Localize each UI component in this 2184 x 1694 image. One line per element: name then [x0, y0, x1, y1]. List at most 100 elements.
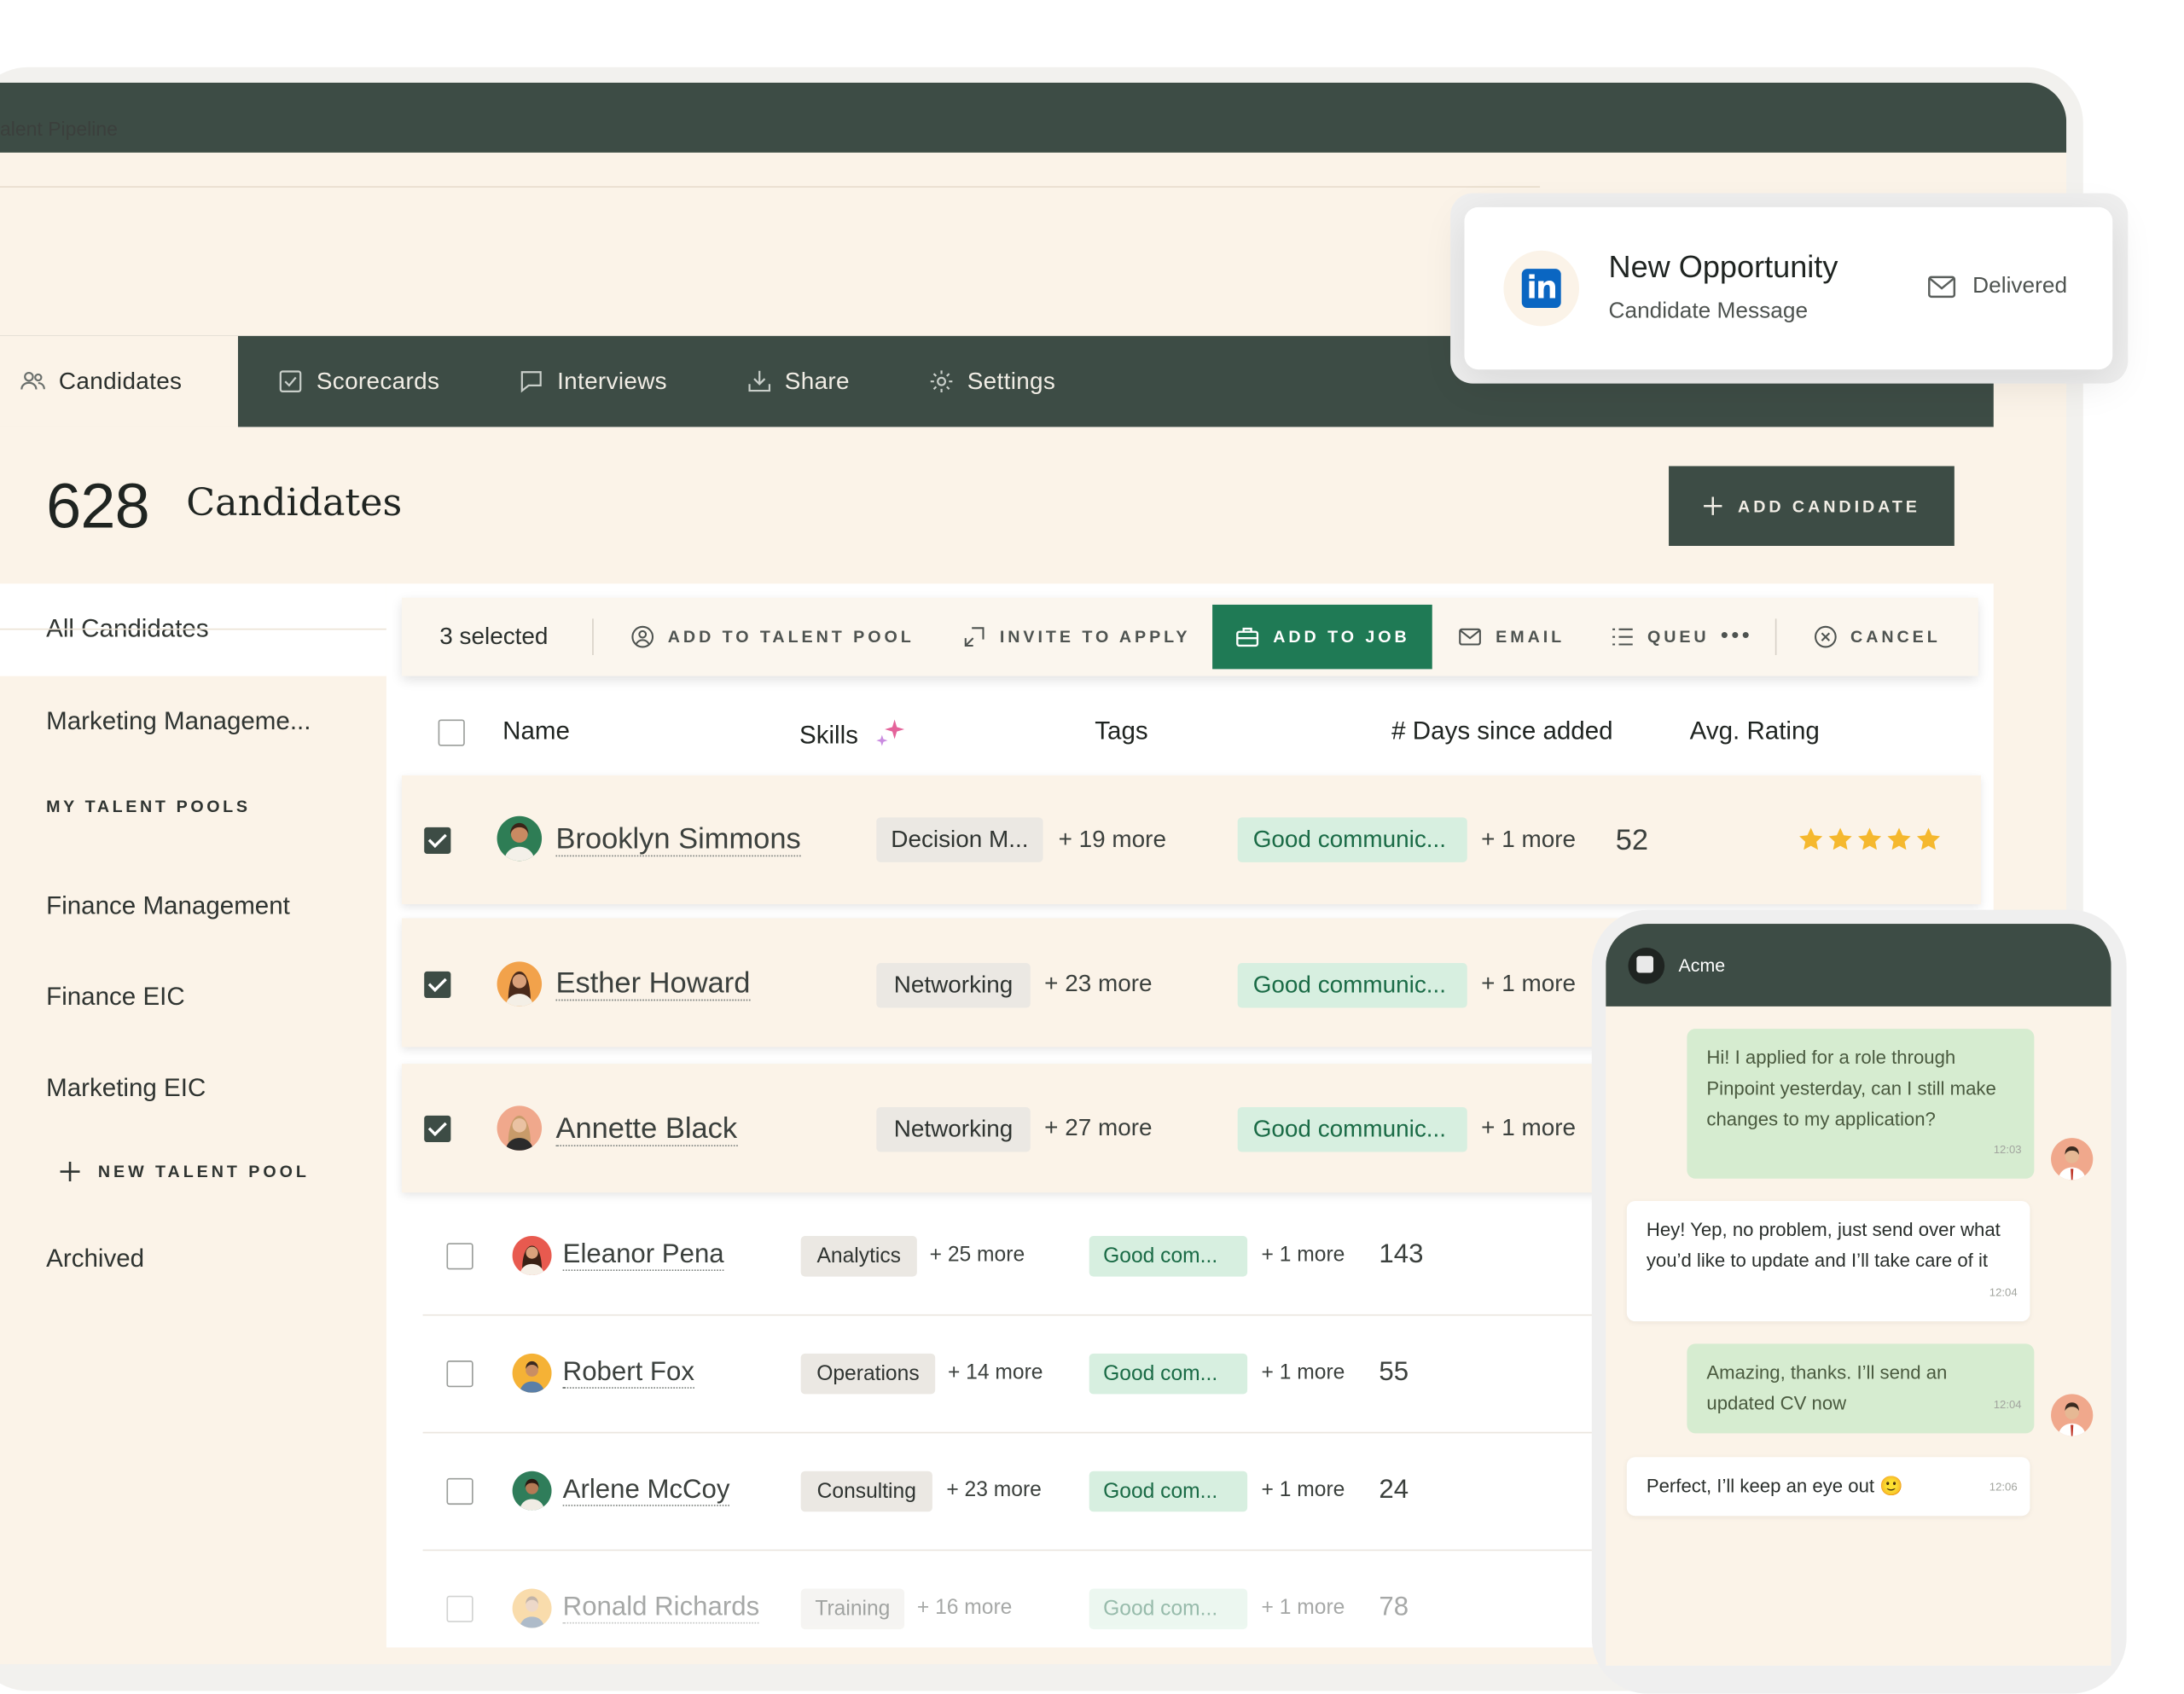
skill-chip: Training	[800, 1588, 905, 1630]
avatar	[512, 1588, 552, 1628]
sidebar-item-marketing-eic[interactable]: Marketing EIC	[46, 1074, 206, 1103]
queue-button[interactable]: QUEU	[1587, 605, 1717, 669]
add-to-talent-pool-label: ADD TO TALENT POOL	[667, 627, 915, 647]
chat-company-name: Acme	[1678, 954, 1726, 976]
avatar	[2051, 1138, 2094, 1181]
candidate-name[interactable]: Robert Fox	[562, 1359, 694, 1389]
candidate-count: 628	[46, 470, 150, 542]
tab-candidates[interactable]: Candidates	[0, 335, 238, 427]
page-title: Candidates	[186, 481, 403, 525]
sidebar-item-finance-management[interactable]: Finance Management	[46, 891, 290, 920]
days-value: 78	[1379, 1592, 1409, 1622]
company-logo-icon	[1628, 947, 1665, 984]
tag-chip: Good com...	[1089, 1588, 1248, 1630]
divider	[0, 186, 1541, 188]
tag-more-link[interactable]: + 1 more	[1481, 1114, 1576, 1142]
skill-more-link[interactable]: + 19 more	[1059, 826, 1166, 854]
column-header-rating[interactable]: Avg. Rating	[1690, 716, 1820, 745]
sidebar-divider	[0, 628, 386, 630]
new-talent-pool-button[interactable]: NEW TALENT POOL	[59, 1160, 310, 1182]
message-time: 12:03	[1993, 1143, 2022, 1157]
row-checkbox[interactable]	[424, 827, 451, 855]
delivery-status: Delivered	[1928, 275, 2067, 300]
message-time: 12:04	[1993, 1398, 2022, 1412]
column-header-days[interactable]: # Days since added	[1391, 716, 1612, 745]
stage: alent Pipeline Candidates Scorecards Int…	[0, 0, 2184, 1694]
candidate-name[interactable]: Esther Howard	[555, 968, 751, 1001]
column-label: # Days since added	[1391, 716, 1613, 745]
row-checkbox[interactable]	[446, 1360, 473, 1388]
breadcrumb[interactable]: alent Pipeline	[0, 118, 118, 140]
candidate-name[interactable]: Brooklyn Simmons	[555, 824, 801, 857]
invite-to-apply-button[interactable]: INVITE TO APPLY	[937, 605, 1213, 669]
tab-interviews[interactable]: Interviews	[479, 336, 706, 427]
sidebar-item-finance-eic[interactable]: Finance EIC	[46, 983, 185, 1012]
skill-more-link[interactable]: + 23 more	[946, 1478, 1042, 1502]
star-icon[interactable]	[1827, 826, 1854, 852]
days-value: 55	[1379, 1357, 1409, 1388]
chat-message-incoming: Hey! Yep, no problem, just send over wha…	[1626, 1200, 2030, 1322]
skill-chip: Networking	[876, 963, 1031, 1008]
skill-more-link[interactable]: + 27 more	[1044, 1114, 1152, 1142]
row-checkbox[interactable]	[424, 971, 451, 999]
linkedin-notification[interactable]: in New Opportunity Candidate Message Del…	[1464, 206, 2113, 370]
column-header-name[interactable]: Name	[502, 716, 570, 745]
add-candidate-label: ADD CANDIDATE	[1738, 496, 1920, 516]
add-candidate-button[interactable]: ADD CANDIDATE	[1669, 466, 1955, 546]
tag-more-link[interactable]: + 1 more	[1481, 826, 1576, 854]
skill-more-link[interactable]: + 14 more	[948, 1360, 1043, 1384]
column-header-skills[interactable]: Skills	[799, 716, 909, 753]
row-checkbox[interactable]	[424, 1115, 451, 1143]
message-text: Hi! I applied for a role through Pinpoin…	[1706, 1047, 1996, 1130]
star-icon[interactable]	[1915, 826, 1942, 852]
row-checkbox[interactable]	[446, 1243, 473, 1270]
delivery-status-label: Delivered	[1972, 274, 2068, 299]
email-button[interactable]: EMAIL	[1432, 605, 1587, 669]
sidebar-item-archived[interactable]: Archived	[46, 1244, 144, 1273]
avatar	[512, 1353, 552, 1393]
star-rating	[1798, 826, 1942, 852]
candidate-name[interactable]: Ronald Richards	[562, 1593, 760, 1624]
users-icon	[20, 371, 45, 390]
select-all-checkbox[interactable]	[438, 719, 465, 746]
skill-more-link[interactable]: + 23 more	[1044, 970, 1152, 998]
more-actions-button[interactable]: •••	[1717, 624, 1763, 650]
linkedin-badge: in	[1503, 250, 1580, 327]
column-header-tags[interactable]: Tags	[1095, 716, 1147, 745]
tag-more-link[interactable]: + 1 more	[1262, 1360, 1345, 1384]
skill-more-link[interactable]: + 25 more	[930, 1243, 1025, 1267]
column-label: Skills	[799, 720, 858, 749]
skill-more-link[interactable]: + 16 more	[917, 1596, 1013, 1620]
candidate-name[interactable]: Eleanor Pena	[562, 1241, 724, 1271]
linkedin-icon: in	[1521, 269, 1561, 309]
star-icon[interactable]	[1798, 826, 1824, 852]
tag-more-link[interactable]: + 1 more	[1262, 1596, 1345, 1620]
list-icon	[1612, 628, 1633, 646]
tag-more-link[interactable]: + 1 more	[1481, 970, 1576, 998]
tab-share[interactable]: Share	[706, 336, 889, 427]
column-label: Avg. Rating	[1689, 716, 1820, 745]
tag-chip: Good communic...	[1237, 817, 1467, 862]
row-checkbox[interactable]	[446, 1595, 473, 1622]
row-checkbox[interactable]	[446, 1477, 473, 1505]
star-icon[interactable]	[1885, 826, 1912, 852]
tab-settings[interactable]: Settings	[889, 336, 1095, 427]
star-icon[interactable]	[1856, 826, 1883, 852]
cancel-button[interactable]: CANCEL	[1776, 605, 1963, 669]
avatar	[2051, 1394, 2094, 1436]
tag-more-link[interactable]: + 1 more	[1262, 1243, 1345, 1267]
chat-bubble-icon	[520, 371, 542, 393]
sidebar-item-marketing[interactable]: Marketing Manageme...	[46, 707, 311, 736]
skill-chip: Consulting	[800, 1471, 932, 1512]
add-to-talent-pool-button[interactable]: ADD TO TALENT POOL	[594, 605, 937, 669]
tab-label: Settings	[967, 367, 1056, 394]
skill-chip: Operations	[800, 1353, 936, 1395]
add-to-job-button[interactable]: ADD TO JOB	[1212, 604, 1433, 670]
tab-scorecards[interactable]: Scorecards	[238, 336, 479, 427]
candidate-name[interactable]: Arlene McCoy	[562, 1476, 730, 1506]
skill-chip: Networking	[876, 1107, 1031, 1152]
candidate-name[interactable]: Annette Black	[555, 1113, 738, 1147]
tag-more-link[interactable]: + 1 more	[1262, 1478, 1345, 1502]
tag-chip: Good com...	[1089, 1236, 1248, 1277]
skill-chip: Decision M...	[876, 817, 1043, 862]
